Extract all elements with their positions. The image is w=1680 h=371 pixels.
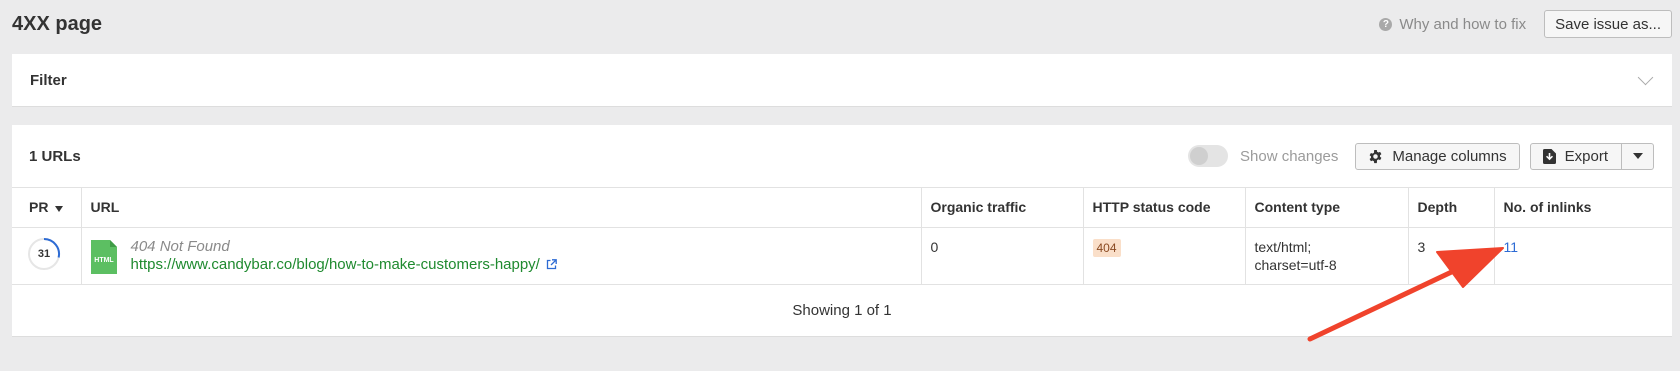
column-header-url[interactable]: URL — [81, 188, 922, 228]
caret-down-icon — [1632, 153, 1643, 159]
why-and-how-to-fix-link[interactable]: ? Why and how to fix — [1379, 16, 1526, 33]
help-link-label: Why and how to fix — [1399, 15, 1527, 33]
content-type-line-2: charset=utf-8 — [1254, 256, 1337, 273]
url-link[interactable]: https://www.candybar.co/blog/how-to-make… — [131, 256, 557, 274]
results-panel: 1 URLs Show changes Manage columns Expor… — [12, 125, 1672, 337]
http-status-cell: 404 — [1083, 227, 1246, 285]
external-link-icon[interactable] — [546, 259, 557, 270]
export-options-button[interactable] — [1622, 142, 1654, 170]
filter-label: Filter — [30, 71, 67, 89]
pr-cell: 31 — [12, 227, 82, 285]
file-type-label: HTML — [94, 257, 114, 264]
export-label: Export — [1564, 147, 1608, 165]
status-badge: 404 — [1092, 238, 1121, 257]
save-issue-button[interactable]: Save issue as... — [1544, 10, 1672, 38]
page-title-text: 404 Not Found — [130, 237, 230, 255]
column-header-depth[interactable]: Depth — [1408, 188, 1495, 228]
content-type-line-1: text/html; — [1254, 238, 1312, 255]
export-button[interactable]: Export — [1529, 142, 1622, 170]
pr-score: 31 — [37, 247, 51, 260]
column-header-organic-traffic[interactable]: Organic traffic — [921, 188, 1084, 228]
table-row: 31 HTML 404 Not Found https://www.candyb… — [12, 227, 1672, 285]
html-file-icon: HTML — [90, 239, 117, 274]
pr-header-label: PR — [29, 199, 49, 216]
url-cell: HTML 404 Not Found https://www.candybar.… — [81, 227, 922, 285]
pr-score-ring: 31 — [27, 237, 61, 271]
show-changes-toggle[interactable] — [1188, 145, 1228, 167]
column-header-pr[interactable]: PR — [12, 188, 82, 228]
url-count: 1 URLs — [29, 147, 81, 165]
help-icon: ? — [1379, 17, 1393, 31]
filter-panel[interactable]: Filter — [12, 54, 1672, 107]
pagination-summary: Showing 1 of 1 — [792, 302, 892, 319]
toolbar-actions: Show changes Manage columns Export — [1188, 142, 1654, 170]
gear-icon — [1368, 149, 1383, 164]
inlinks-cell: 11 — [1494, 227, 1672, 285]
export-icon — [1542, 148, 1556, 164]
inlinks-link[interactable]: 11 — [1504, 239, 1519, 255]
organic-traffic-cell: 0 — [921, 227, 1084, 285]
column-header-content-type[interactable]: Content type — [1245, 188, 1409, 228]
sort-desc-icon — [55, 205, 64, 212]
results-toolbar: 1 URLs Show changes Manage columns Expor… — [12, 125, 1672, 188]
results-table: PR URL Organic traffic HTTP status code … — [12, 188, 1672, 285]
column-header-inlinks[interactable]: No. of inlinks — [1494, 188, 1672, 228]
table-header-row: PR URL Organic traffic HTTP status code … — [12, 188, 1672, 228]
content-type-cell: text/html; charset=utf-8 — [1245, 227, 1409, 285]
url-text: https://www.candybar.co/blog/how-to-make… — [130, 255, 540, 273]
header-actions: ? Why and how to fix Save issue as... — [1379, 10, 1672, 38]
depth-cell: 3 — [1408, 227, 1495, 285]
chevron-down-icon[interactable] — [1637, 69, 1654, 86]
page-title: 4XX page — [12, 12, 103, 35]
manage-columns-button[interactable]: Manage columns — [1355, 142, 1520, 170]
column-header-http-status[interactable]: HTTP status code — [1083, 188, 1246, 228]
show-changes-label: Show changes — [1240, 147, 1339, 165]
toggle-knob — [1190, 147, 1208, 165]
export-group: Export — [1529, 142, 1654, 170]
manage-columns-label: Manage columns — [1392, 147, 1507, 165]
page-header: 4XX page ? Why and how to fix Save issue… — [12, 8, 1672, 40]
